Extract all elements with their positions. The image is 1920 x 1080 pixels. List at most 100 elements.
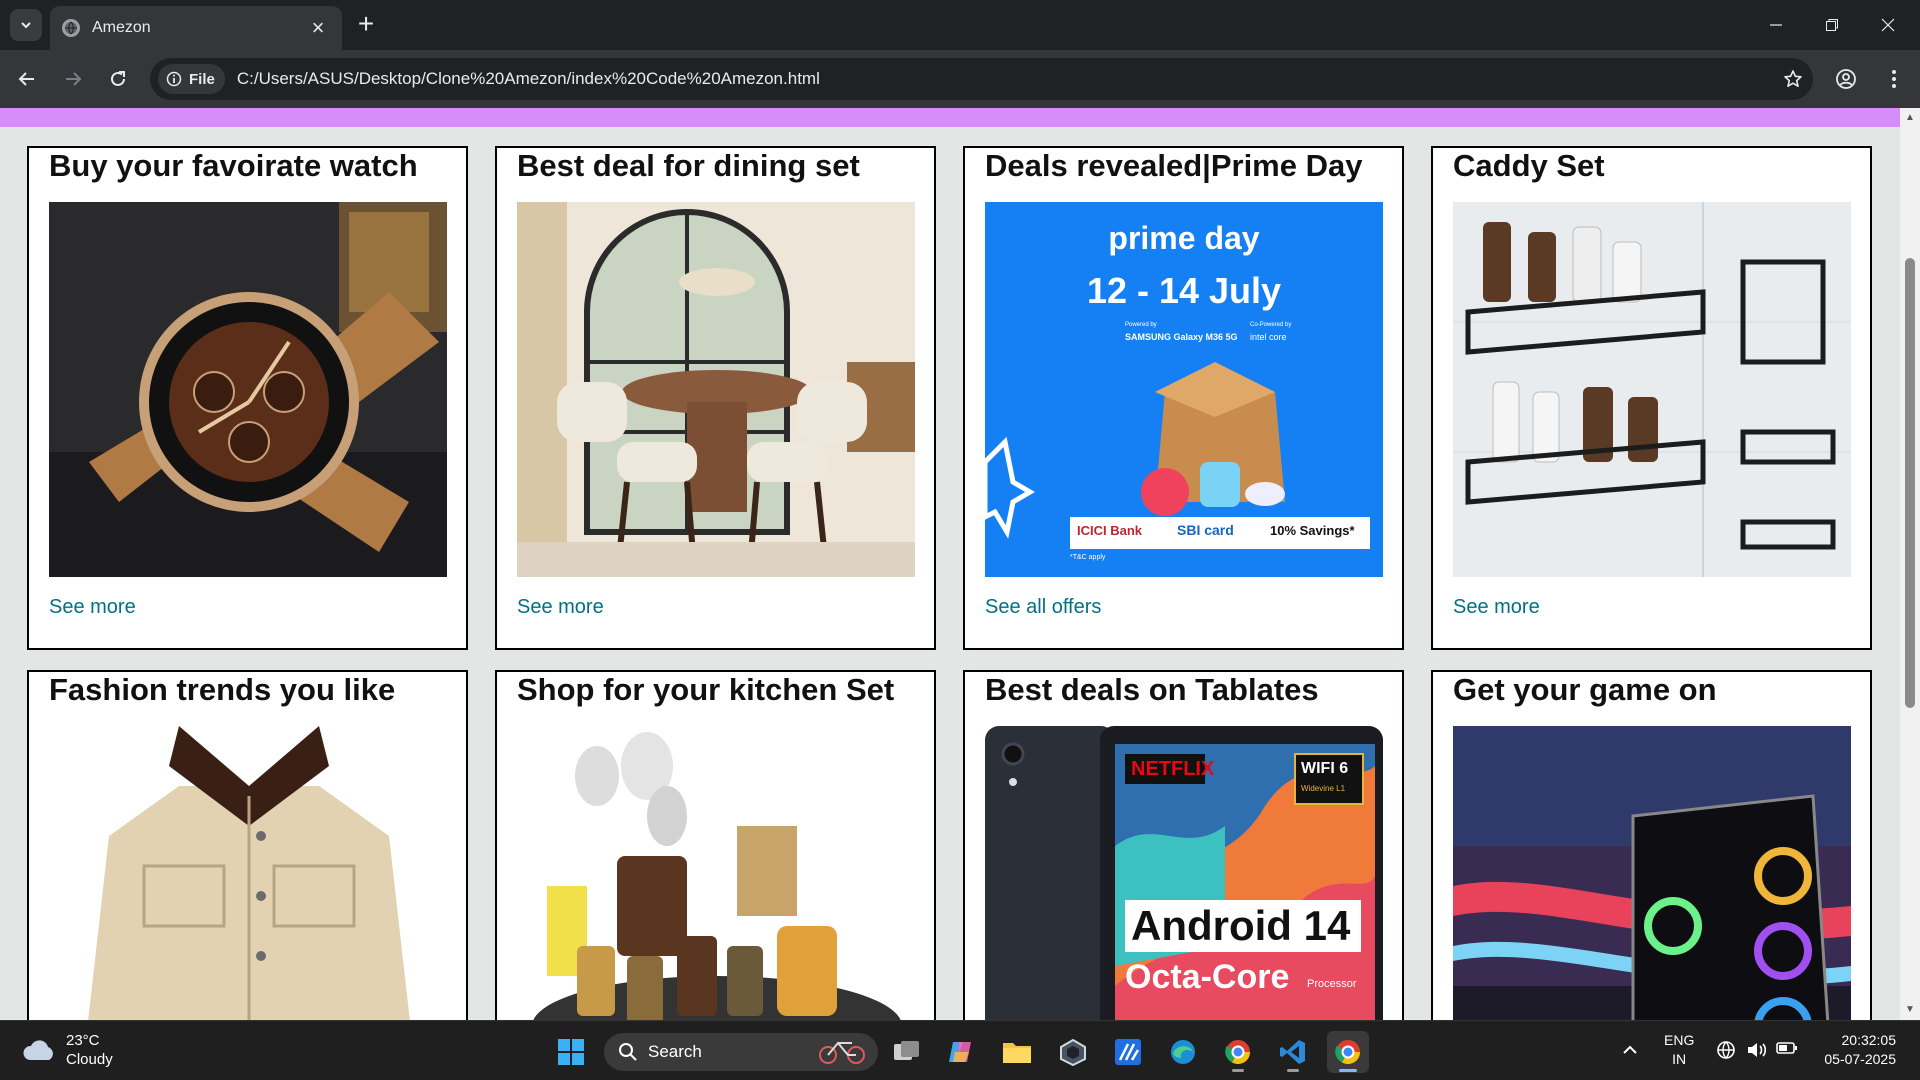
search-label: Search [648, 1042, 702, 1061]
show-hidden-icons[interactable] [1622, 1041, 1638, 1060]
dining-set-image[interactable] [517, 202, 915, 577]
tab-title: Amezon [92, 19, 151, 36]
reload-icon[interactable] [102, 63, 134, 95]
bicycle-icon [819, 1041, 865, 1064]
star-icon[interactable] [1773, 69, 1813, 89]
cloud-icon [23, 1040, 53, 1060]
scroll-thumb[interactable] [1905, 258, 1915, 708]
card-tablets: Best deals on Tablates NETFLIX WIFI 6 Wi… [963, 670, 1404, 1020]
jacket-image[interactable] [49, 726, 447, 1020]
globe-favicon-icon [62, 19, 80, 37]
search-icon [619, 1043, 637, 1061]
prime-dates: 12 - 14 July [1086, 270, 1282, 311]
card-title: Deals revealed|Prime Day [985, 148, 1363, 183]
card-dining: Best deal for dining set See more [495, 146, 936, 650]
see-more-link[interactable]: See more [49, 596, 136, 619]
card-watch: Buy your favoirate watch See more [27, 146, 468, 650]
prime-day-banner[interactable]: prime day 12 - 14 July Powered by SAMSUN… [985, 202, 1383, 577]
shower-caddy-image[interactable] [1453, 202, 1851, 577]
language-indicator[interactable]: ENG IN [1664, 1031, 1694, 1069]
scroll-up-icon[interactable]: ▲ [1904, 112, 1916, 124]
active-tab[interactable]: Amezon × [50, 6, 342, 50]
close-icon[interactable]: × [306, 15, 330, 41]
edge-icon[interactable] [1162, 1031, 1204, 1073]
prime-brand: prime day [1108, 220, 1260, 256]
tab-search-icon[interactable] [10, 9, 42, 41]
card-gaming: Get your game on [1431, 670, 1872, 1020]
browser-toolbar: File C:/Users/ASUS/Desktop/Clone%20Amezo… [0, 50, 1920, 108]
prime-sponsor-intel: intel core [1250, 332, 1287, 342]
windows-taskbar: 23°C Cloudy Search ENG IN 20:32:05 05-07… [0, 1020, 1920, 1080]
card-title: Get your game on [1453, 672, 1717, 707]
info-icon [166, 71, 182, 87]
minimize-icon[interactable] [1748, 0, 1804, 50]
running-indicator [1232, 1069, 1244, 1072]
card-title: Buy your favoirate watch [49, 148, 418, 183]
restore-icon[interactable] [1804, 0, 1860, 50]
processor-label: Processor [1307, 978, 1357, 990]
plus-icon[interactable]: + [352, 10, 380, 39]
card-title: Caddy Set [1453, 148, 1605, 183]
netflix-logo: NETFLIX [1131, 758, 1215, 780]
chrome-active-icon[interactable] [1327, 1031, 1369, 1073]
temperature: 23°C [66, 1032, 100, 1049]
weather-condition: Cloudy [66, 1051, 113, 1068]
vertical-scrollbar[interactable]: ▲ ▼ [1900, 108, 1920, 1020]
url-text[interactable]: C:/Users/ASUS/Desktop/Clone%20Amezon/ind… [237, 69, 1773, 89]
forward-icon[interactable] [57, 63, 89, 95]
prime-sponsor-samsung: SAMSUNG Galaxy M36 5G [1125, 332, 1238, 342]
back-icon[interactable] [11, 63, 43, 95]
close-window-icon[interactable] [1860, 0, 1916, 50]
octa-core-label: Octa-Core [1125, 958, 1290, 996]
kitchen-organizer-image[interactable] [517, 726, 915, 1020]
see-more-link[interactable]: See more [1453, 596, 1540, 619]
see-all-offers-link[interactable]: See all offers [985, 596, 1101, 619]
android-label: Android 14 [1131, 902, 1351, 949]
copilot-icon[interactable] [940, 1031, 982, 1073]
windows-start-icon[interactable] [550, 1031, 592, 1073]
card-title: Shop for your kitchen Set [517, 672, 895, 707]
see-more-link[interactable]: See more [517, 596, 604, 619]
gaming-pc-image[interactable] [1453, 726, 1851, 1020]
weather-widget[interactable]: 23°C Cloudy [22, 1031, 113, 1069]
tab-strip: Amezon × + [0, 0, 1920, 50]
battery-icon[interactable] [1776, 1041, 1798, 1060]
address-bar[interactable]: File C:/Users/ASUS/Desktop/Clone%20Amezo… [150, 58, 1813, 100]
vscode-icon[interactable] [1272, 1031, 1314, 1073]
chrome-profile-icon[interactable] [1217, 1031, 1259, 1073]
volume-icon[interactable] [1746, 1040, 1768, 1065]
taskbar-search[interactable]: Search [604, 1033, 878, 1071]
card-title: Best deal for dining set [517, 148, 860, 183]
region: IN [1672, 1051, 1687, 1067]
date: 05-07-2025 [1824, 1051, 1896, 1067]
widevine-label: Widevine L1 [1301, 784, 1346, 793]
time: 20:32:05 [1841, 1032, 1897, 1048]
watch-image[interactable] [49, 202, 447, 577]
prime-tnc: *T&C apply [1070, 554, 1106, 561]
tablet-image[interactable]: NETFLIX WIFI 6 Widevine L1 Android 14 Oc… [985, 726, 1383, 1020]
prime-bank-sbi: SBI card [1177, 522, 1234, 538]
card-title: Fashion trends you like [49, 672, 396, 707]
blender-app-icon[interactable] [1052, 1031, 1094, 1073]
network-icon[interactable] [1716, 1040, 1736, 1065]
task-view-icon[interactable] [886, 1031, 928, 1073]
wifi-badge: WIFI 6 [1301, 760, 1349, 777]
card-title: Best deals on Tablates [985, 672, 1319, 707]
prime-powered-label: Powered by [1125, 322, 1157, 328]
file-chip-label: File [189, 70, 215, 88]
code-editor-blue-icon[interactable] [1107, 1031, 1149, 1073]
header-accent-strip [0, 108, 1900, 127]
prime-savings: 10% Savings* [1270, 523, 1355, 538]
active-indicator [1339, 1069, 1357, 1072]
site-info-chip[interactable]: File [158, 64, 225, 94]
profile-icon[interactable] [1830, 63, 1862, 95]
clock[interactable]: 20:32:05 05-07-2025 [1816, 1031, 1896, 1069]
card-caddy: Caddy Set See more [1431, 146, 1872, 650]
card-fashion: Fashion trends you like [27, 670, 468, 1020]
card-kitchen: Shop for your kitchen Set [495, 670, 936, 1020]
scroll-down-icon[interactable]: ▼ [1904, 1004, 1916, 1016]
menu-icon[interactable] [1878, 63, 1910, 95]
card-prime-day: Deals revealed|Prime Day prime day 12 - … [963, 146, 1404, 650]
file-explorer-icon[interactable] [996, 1031, 1038, 1073]
prime-bank-icici: ICICI Bank [1077, 523, 1143, 538]
